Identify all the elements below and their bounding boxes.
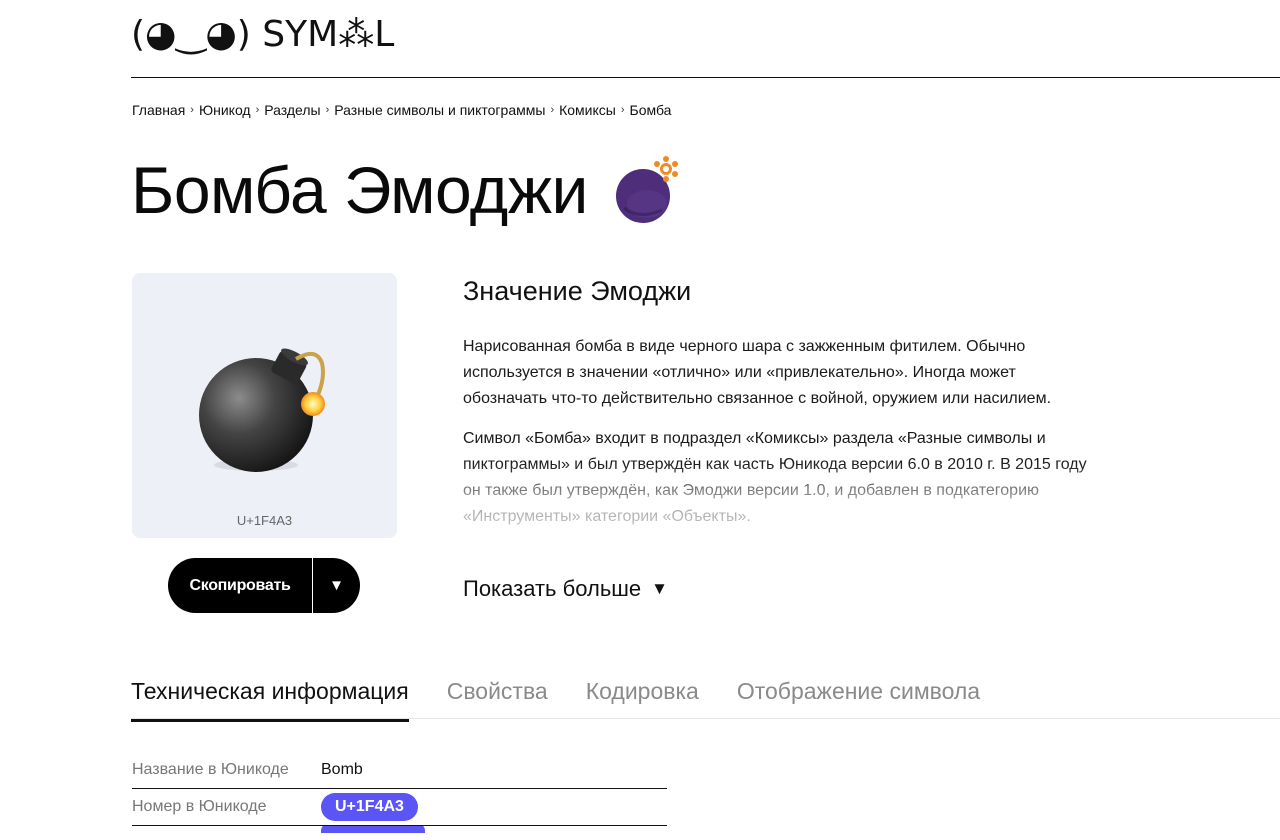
breadcrumb: Главная › Юникод › Разделы › Разные симв… <box>132 102 671 118</box>
meaning-heading: Значение Эмоджи <box>463 276 692 306</box>
breadcrumb-separator: › <box>325 104 330 116</box>
header-divider <box>131 77 1280 78</box>
technical-info-table: Название в Юникоде Bomb Номер в Юникоде … <box>132 752 667 838</box>
table-row-partial <box>132 826 667 838</box>
codepoint-badge[interactable]: U+1F4A3 <box>321 793 418 821</box>
tab-technical-info[interactable]: Техническая информация <box>131 678 409 722</box>
breadcrumb-separator: › <box>190 104 194 116</box>
copy-options-dropdown-icon[interactable]: ▼ <box>313 577 360 594</box>
copy-button-label[interactable]: Скопировать <box>168 577 312 595</box>
unicode-name-value: Bomb <box>321 761 363 778</box>
unicode-number-label: Номер в Юникоде <box>132 798 267 815</box>
chevron-down-icon[interactable]: ▼ <box>651 579 668 599</box>
breadcrumb-separator: › <box>620 104 625 116</box>
tab-symbol-display[interactable]: Отображение символа <box>737 678 980 722</box>
bomb-emoji-icon <box>614 154 682 226</box>
page-title: Бомба Эмоджи <box>131 153 588 227</box>
breadcrumb-comics[interactable]: Комиксы <box>559 102 616 118</box>
meaning-description: Нарисованная бомба в виде черного шара с… <box>463 334 1088 544</box>
breadcrumb-sections[interactable]: Разделы <box>264 102 320 118</box>
emoji-preview-card: U+1F4A3 <box>132 273 397 538</box>
table-row: Название в Юникоде Bomb <box>132 752 667 789</box>
bomb-3d-icon <box>196 341 336 481</box>
breadcrumb-home[interactable]: Главная <box>132 102 185 118</box>
unicode-number-value: U+1F4A3 <box>321 793 418 821</box>
copy-button[interactable]: Скопировать ▼ <box>168 558 360 613</box>
badge-cutoff <box>321 826 425 833</box>
unicode-name-label: Название в Юникоде <box>132 761 289 778</box>
show-more-button[interactable]: Показать больше ▼ <box>463 576 668 602</box>
breadcrumb-misc-symbols[interactable]: Разные символы и пиктограммы <box>334 102 545 118</box>
tab-properties[interactable]: Свойства <box>447 678 548 722</box>
tab-encoding[interactable]: Кодировка <box>586 678 699 722</box>
tabs-divider <box>131 718 1280 719</box>
title-row: Бомба Эмоджи <box>131 152 682 228</box>
page: (◕‿◕) SYM⁂L Главная › Юникод › Разделы ›… <box>0 0 1280 840</box>
breadcrumb-unicode[interactable]: Юникод <box>199 102 251 118</box>
breadcrumb-separator: › <box>550 104 555 116</box>
meaning-paragraph: Нарисованная бомба в виде черного шара с… <box>463 338 1052 407</box>
preview-codepoint: U+1F4A3 <box>236 513 293 528</box>
info-tabs: Техническая информация Свойства Кодировк… <box>131 678 1018 722</box>
table-row: Номер в Юникоде U+1F4A3 <box>132 789 667 826</box>
show-more-label[interactable]: Показать больше <box>463 576 641 602</box>
site-logo[interactable]: (◕‿◕) SYM⁂L <box>131 14 394 55</box>
row-value-cutoff <box>321 826 425 838</box>
breadcrumb-current-bomb[interactable]: Бомба <box>630 102 672 118</box>
breadcrumb-separator: › <box>255 104 260 116</box>
meaning-paragraph-faded: Символ «Бомба» входит в подраздел «Комик… <box>463 426 1088 530</box>
